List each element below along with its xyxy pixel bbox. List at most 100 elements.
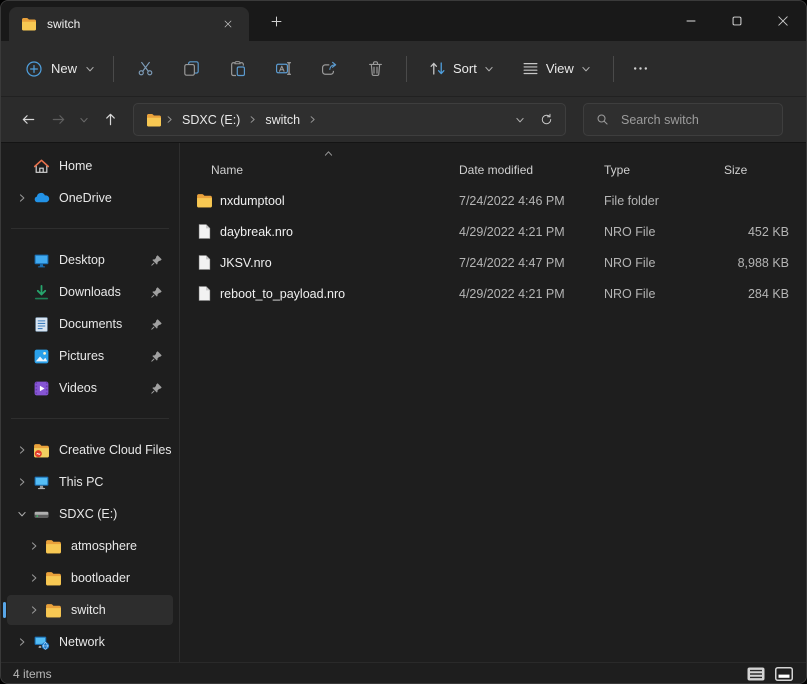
sort-button[interactable]: Sort — [419, 51, 504, 87]
chevron-spacer — [11, 255, 33, 265]
sidebar-item-onedrive[interactable]: OneDrive — [7, 183, 173, 213]
paste-button[interactable] — [215, 51, 259, 87]
file-date-modified: 4/29/2022 4:21 PM — [459, 287, 604, 301]
delete-button[interactable] — [353, 51, 397, 87]
new-tab-button[interactable] — [263, 8, 289, 34]
file-size: 284 KB — [724, 287, 789, 301]
sidebar-item-label: This PC — [59, 475, 173, 489]
table-row[interactable]: nxdumptool7/24/2022 4:46 PMFile folder — [180, 185, 802, 216]
titlebar: switch — [1, 1, 806, 41]
chevron-right-icon[interactable] — [23, 573, 45, 583]
circle-plus-icon — [25, 60, 43, 78]
breadcrumb-chevron-icon[interactable] — [308, 115, 317, 124]
forward-arrow-icon — [51, 112, 66, 127]
home-icon — [33, 158, 50, 175]
sidebar-item-videos[interactable]: Videos — [7, 373, 173, 403]
column-header-type[interactable]: Type — [604, 163, 724, 177]
sidebar-item-label: Downloads — [59, 285, 150, 299]
minimize-button[interactable] — [668, 1, 714, 41]
onedrive-icon — [33, 190, 50, 207]
file-date-modified: 7/24/2022 4:46 PM — [459, 194, 604, 208]
breadcrumb-chevron-icon[interactable] — [248, 115, 257, 124]
recent-locations-button[interactable] — [73, 105, 95, 135]
command-bar: New Sort View — [1, 41, 806, 97]
chevron-down-icon — [85, 64, 95, 74]
tab-close-button[interactable] — [217, 13, 239, 35]
file-icon — [196, 285, 213, 302]
sidebar-item-switch[interactable]: switch — [7, 595, 173, 625]
sidebar-item-atmosphere[interactable]: atmosphere — [7, 531, 173, 561]
sidebar-item-desktop[interactable]: Desktop — [7, 245, 173, 275]
plus-icon — [270, 15, 283, 28]
chevron-right-icon[interactable] — [23, 605, 45, 615]
chevron-right-icon[interactable] — [11, 477, 33, 487]
sidebar-item-downloads[interactable]: Downloads — [7, 277, 173, 307]
trash-icon — [367, 60, 384, 77]
status-bar: 4 items — [1, 662, 806, 684]
address-bar[interactable]: SDXC (E:) switch — [133, 103, 566, 136]
file-name: daybreak.nro — [220, 225, 459, 239]
file-name: JKSV.nro — [220, 256, 459, 270]
folder-icon — [21, 16, 37, 32]
chevron-right-icon[interactable] — [11, 637, 33, 647]
chevron-down-icon — [484, 64, 494, 74]
sidebar-item-creative-cloud-files[interactable]: Creative Cloud Files — [7, 435, 173, 465]
file-name: nxdumptool — [220, 194, 459, 208]
column-header-size[interactable]: Size — [724, 163, 789, 177]
back-button[interactable] — [13, 105, 43, 135]
forward-button[interactable] — [43, 105, 73, 135]
sidebar-item-home[interactable]: Home — [7, 151, 173, 181]
chevron-right-icon[interactable] — [11, 193, 33, 203]
sidebar-item-this-pc[interactable]: This PC — [7, 467, 173, 497]
drive-icon — [33, 506, 50, 523]
file-type: NRO File — [604, 225, 724, 239]
close-window-button[interactable] — [760, 1, 806, 41]
copy-button[interactable] — [169, 51, 213, 87]
breadcrumb-drive[interactable]: SDXC (E:) — [177, 111, 245, 129]
search-input[interactable] — [619, 112, 774, 128]
table-row[interactable]: daybreak.nro4/29/2022 4:21 PMNRO File452… — [180, 216, 802, 247]
chevron-right-icon[interactable] — [23, 541, 45, 551]
table-row[interactable]: JKSV.nro7/24/2022 4:47 PMNRO File8,988 K… — [180, 247, 802, 278]
chevron-down-icon[interactable] — [11, 509, 33, 519]
view-button[interactable]: View — [512, 51, 601, 87]
table-row[interactable]: reboot_to_payload.nro4/29/2022 4:21 PMNR… — [180, 278, 802, 309]
file-name: reboot_to_payload.nro — [220, 287, 459, 301]
sidebar-item-label: SDXC (E:) — [59, 507, 173, 521]
pin-icon — [150, 286, 163, 299]
sidebar-item-bootloader[interactable]: bootloader — [7, 563, 173, 593]
sidebar-item-documents[interactable]: Documents — [7, 309, 173, 339]
share-button[interactable] — [307, 51, 351, 87]
chevron-right-icon[interactable] — [11, 445, 33, 455]
up-button[interactable] — [95, 105, 125, 135]
sidebar-item-pictures[interactable]: Pictures — [7, 341, 173, 371]
refresh-button[interactable] — [533, 107, 559, 133]
back-arrow-icon — [21, 112, 36, 127]
sidebar-item-label: Creative Cloud Files — [59, 443, 173, 457]
maximize-button[interactable] — [714, 1, 760, 41]
details-view-button[interactable] — [744, 665, 768, 683]
sidebar-divider — [11, 228, 169, 229]
sidebar-item-label: Home — [59, 159, 173, 173]
see-more-button[interactable] — [623, 51, 659, 87]
column-header-date-modified[interactable]: Date modified — [459, 163, 604, 177]
thumbnail-view-button[interactable] — [772, 665, 796, 683]
up-arrow-icon — [103, 112, 118, 127]
address-dropdown-button[interactable] — [507, 107, 533, 133]
new-button[interactable]: New — [15, 51, 105, 87]
cut-button[interactable] — [123, 51, 167, 87]
breadcrumb-folder[interactable]: switch — [260, 111, 305, 129]
new-button-label: New — [51, 61, 77, 76]
rename-button[interactable] — [261, 51, 305, 87]
minimize-icon — [684, 14, 698, 28]
rename-icon — [275, 60, 292, 77]
sidebar-item-label: switch — [71, 603, 173, 617]
paste-icon — [229, 60, 246, 77]
navigation-pane: Home OneDrive Desktop Downloads DocumentsPic… — [1, 143, 179, 662]
sidebar-item-network[interactable]: Network — [7, 627, 173, 657]
column-header-name[interactable]: Name — [196, 163, 459, 177]
search-icon — [596, 113, 609, 126]
tab-switch[interactable]: switch — [9, 7, 249, 41]
sidebar-item-sdxc-e[interactable]: SDXC (E:) — [7, 499, 173, 529]
network-icon — [33, 634, 50, 651]
